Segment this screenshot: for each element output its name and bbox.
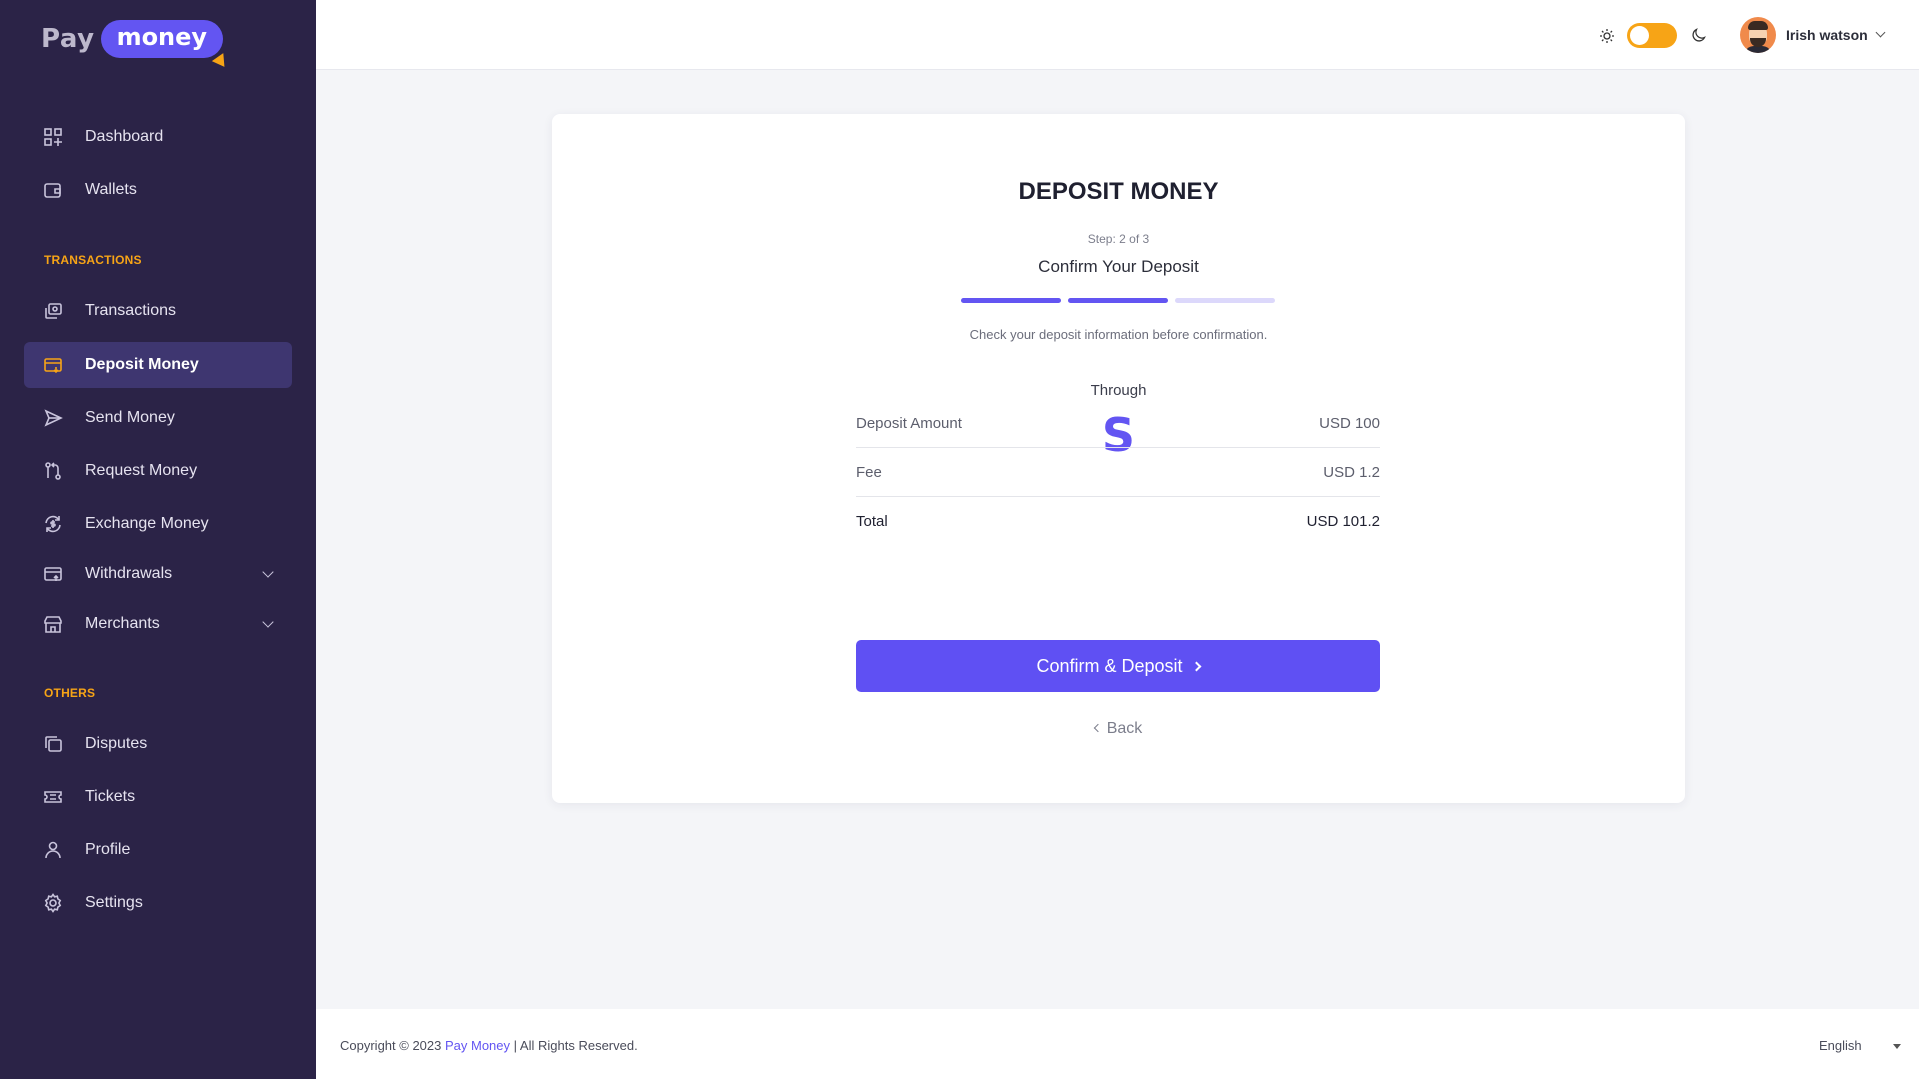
merchant-icon [43,614,63,634]
withdrawal-icon [43,564,63,584]
sidebar-item-send-money[interactable]: Send Money [24,395,292,441]
confirm-deposit-label: Confirm & Deposit [1036,655,1183,676]
sidebar-item-label: Deposit Money [85,356,199,373]
sidebar: Pay money Dashboard Wallets TRANSACTIONS… [0,0,316,1079]
disputes-icon [43,734,63,754]
back-label: Back [1106,720,1143,737]
sidebar-item-exchange-money[interactable]: Exchange Money [24,501,292,547]
step-progress [961,298,1275,303]
sidebar-item-disputes[interactable]: Disputes [24,721,292,767]
fee-value: USD 1.2 [1323,463,1380,481]
sidebar-item-label: Wallets [85,181,137,198]
ticket-icon [43,787,63,807]
back-link[interactable]: Back [552,720,1685,738]
settings-icon [43,893,63,913]
chevron-down-icon [262,566,274,578]
cursor-icon [211,53,231,71]
sidebar-item-settings[interactable]: Settings [24,880,292,926]
user-name[interactable]: Irish watson [1786,27,1868,43]
theme-toggle[interactable] [1627,23,1677,48]
total-value: USD 101.2 [1306,513,1380,530]
total-row: Total USD 101.2 [856,497,1380,546]
deposit-amount-value: USD 100 [1319,414,1380,432]
sidebar-item-transactions[interactable]: Transactions [24,288,292,334]
request-icon [43,461,63,481]
wallet-icon [43,180,63,200]
progress-step-3 [1175,298,1275,303]
sidebar-item-label: Settings [85,894,143,911]
sidebar-item-label: Send Money [85,409,175,426]
sidebar-item-label: Disputes [85,735,148,752]
fee-label: Fee [856,463,882,481]
paymoney-logo[interactable]: Pay money [41,20,231,71]
logo-text-money: money [100,20,231,71]
language-select[interactable]: English [1819,1038,1862,1053]
dashboard-icon [43,127,63,147]
sidebar-item-request-money[interactable]: Request Money [24,448,292,494]
moon-icon [1692,28,1706,42]
sidebar-item-withdrawals[interactable]: Withdrawals [24,551,292,597]
brand-link[interactable]: Pay Money [445,1038,510,1053]
transactions-icon [43,301,63,321]
page-title: DEPOSIT MONEY [1018,178,1219,205]
chevron-left-icon [1093,723,1102,733]
step-title: Confirm Your Deposit [1038,257,1199,276]
sidebar-item-profile[interactable]: Profile [24,827,292,873]
total-label: Total [856,513,888,530]
through-label: Through [1090,382,1147,399]
section-title-transactions: TRANSACTIONS [44,253,142,267]
progress-step-1 [961,298,1061,303]
chevron-down-icon[interactable] [1875,27,1886,38]
deposit-card: DEPOSIT MONEY Step: 2 of 3 Confirm Your … [552,114,1685,803]
sidebar-item-label: Request Money [85,462,198,479]
chevron-right-icon [1191,661,1201,671]
sidebar-item-tickets[interactable]: Tickets [24,774,292,820]
sidebar-item-deposit-money[interactable]: Deposit Money [24,342,292,388]
sidebar-item-label: Dashboard [85,128,164,145]
confirm-deposit-button[interactable]: Confirm & Deposit [856,640,1380,692]
section-title-others: OTHERS [44,686,96,700]
sun-icon [1600,29,1614,43]
sidebar-item-label: Transactions [85,302,176,319]
top-header: Irish watson [316,0,1919,70]
deposit-amount-label: Deposit Amount [856,414,962,432]
sidebar-item-wallets[interactable]: Wallets [24,167,292,213]
deposit-icon [43,355,63,375]
sidebar-item-merchants[interactable]: Merchants [24,601,292,647]
toggle-knob [1630,26,1649,45]
footer: Copyright © 2023 Pay Money | All Rights … [316,1009,1919,1079]
profile-icon [43,840,63,860]
fee-row: Fee USD 1.2 [856,448,1380,497]
sidebar-item-label: Exchange Money [85,515,209,532]
confirmation-hint: Check your deposit information before co… [969,327,1268,342]
avatar[interactable] [1740,17,1776,53]
logo-text-pay: Pay [41,24,95,54]
sidebar-item-label: Profile [85,841,131,858]
sidebar-item-label: Withdrawals [85,565,173,582]
step-indicator: Step: 2 of 3 [1087,232,1150,246]
send-icon [43,408,63,428]
progress-step-2 [1068,298,1168,303]
chevron-down-icon [262,616,274,628]
sidebar-item-label: Tickets [85,788,136,805]
exchange-icon [43,514,63,534]
sidebar-item-dashboard[interactable]: Dashboard [24,114,292,160]
sidebar-item-label: Merchants [85,615,160,632]
deposit-amount-row: Deposit Amount USD 100 [856,399,1380,448]
caret-down-icon[interactable] [1893,1044,1901,1049]
copyright-text: Copyright © 2023 Pay Money | All Rights … [340,1038,638,1053]
